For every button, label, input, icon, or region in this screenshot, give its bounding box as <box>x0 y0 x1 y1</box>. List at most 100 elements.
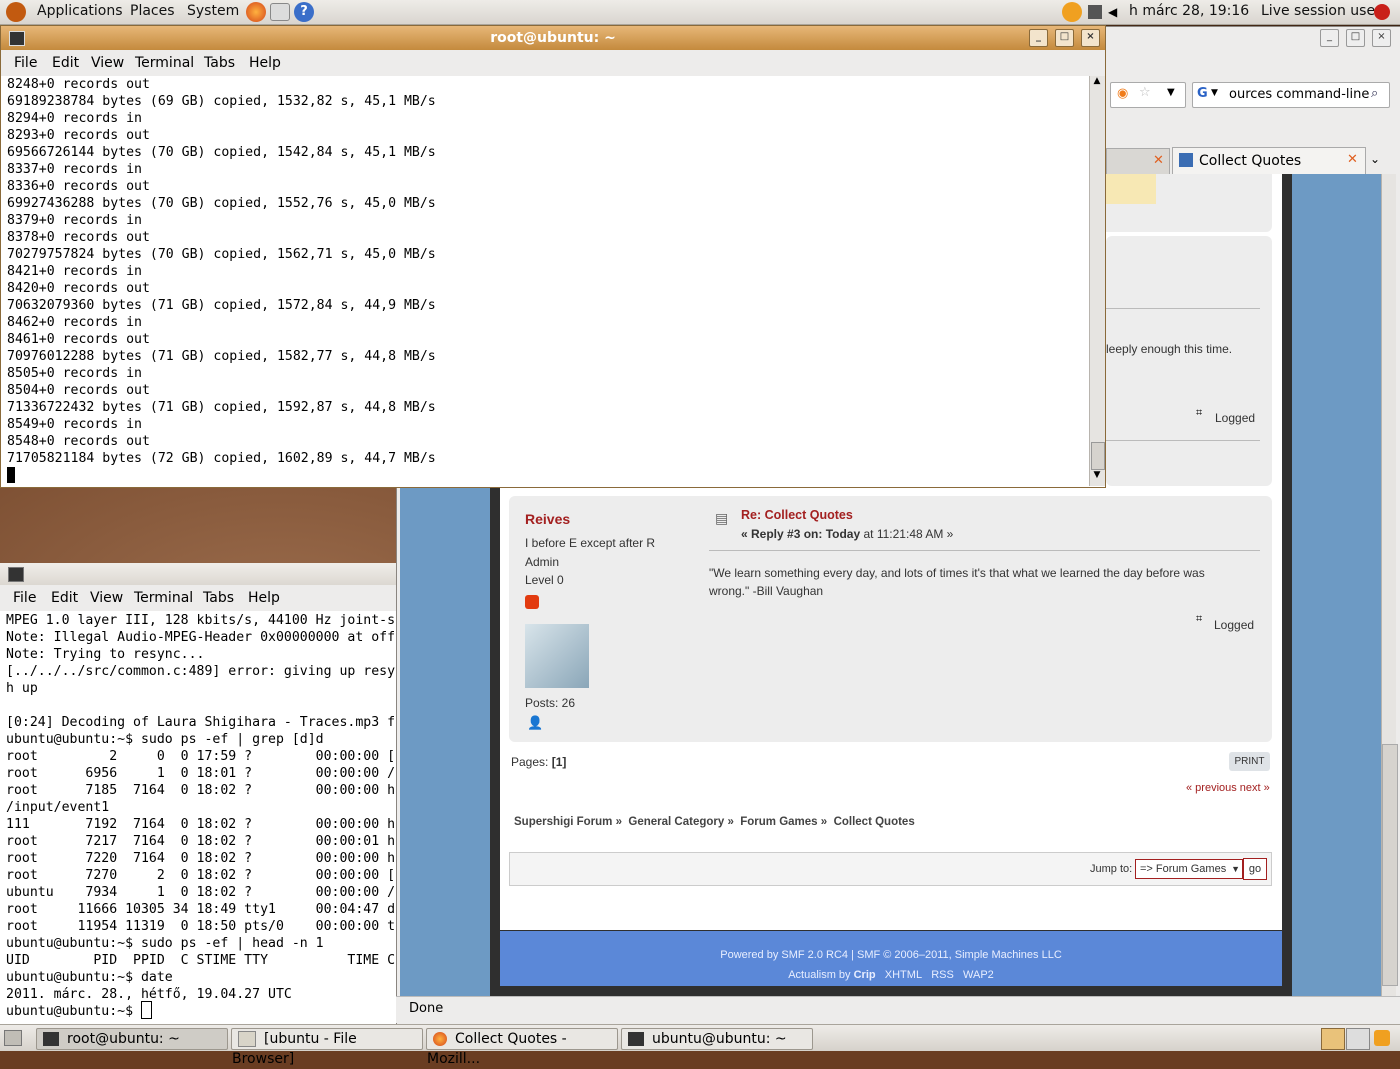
task-firefox[interactable]: Collect Quotes - Mozill... <box>426 1028 618 1067</box>
breadcrumb-topic[interactable]: Collect Quotes <box>834 816 915 828</box>
trash-icon[interactable] <box>1374 1030 1390 1046</box>
tab-close-icon[interactable]: ✕ <box>1347 152 1358 167</box>
member-text: I before E except after R <box>525 536 656 550</box>
footer-actualism: Actualism by <box>788 969 851 981</box>
print-button[interactable]: PRINT <box>1229 752 1270 771</box>
jump-to-select[interactable]: => Forum Games ▼ <box>1135 859 1243 879</box>
post-icon: ▤ <box>715 511 729 527</box>
member-level: Level 0 <box>525 573 564 587</box>
workspace-2[interactable] <box>1346 1028 1370 1050</box>
menu-file[interactable]: File <box>13 590 36 606</box>
volume-icon[interactable]: ◀ <box>1108 5 1122 19</box>
terminal-2-menubar: File Edit View Terminal Tabs Help <box>0 585 396 611</box>
go-button[interactable]: go <box>1243 858 1267 880</box>
browser-scrollbar-thumb[interactable] <box>1382 744 1398 986</box>
scroll-up-icon[interactable]: ▲ <box>1091 76 1103 90</box>
breadcrumb-board[interactable]: Forum Games » <box>740 816 827 828</box>
terminal-maximize-button[interactable]: □ <box>1055 29 1074 47</box>
task-root-terminal[interactable]: root@ubuntu: ~ <box>36 1028 228 1050</box>
terminal-2-output[interactable]: MPEG 1.0 layer III, 128 kbits/s, 44100 H… <box>6 612 396 1022</box>
menu-help[interactable]: Help <box>248 590 280 606</box>
footer-wap2[interactable]: WAP2 <box>963 969 994 981</box>
menu-help[interactable]: Help <box>249 55 281 71</box>
task-label: root@ubuntu: ~ <box>67 1031 180 1047</box>
urlbar-end[interactable]: ◉ ☆ ▼ <box>1110 82 1186 108</box>
tab-title: Collect Quotes <box>1199 153 1302 169</box>
member-star-icon <box>525 595 539 609</box>
footer-crip[interactable]: Crip <box>854 969 876 981</box>
breadcrumb-forum[interactable]: Supershigi Forum » <box>514 816 622 828</box>
task-file-browser[interactable]: [ubuntu - File Browser] <box>231 1028 423 1067</box>
applications-menu[interactable]: Applications <box>37 3 123 19</box>
breadcrumb-category[interactable]: General Category » <box>628 816 733 828</box>
menu-tabs[interactable]: Tabs <box>203 590 234 606</box>
post-body-partial: leeply enough this time. <box>1106 342 1233 356</box>
profile-icon[interactable]: 👤 <box>527 716 543 731</box>
menu-terminal[interactable]: Terminal <box>134 590 193 606</box>
member-posts: Posts: 26 <box>525 696 576 710</box>
update-notifier-icon[interactable] <box>1062 2 1082 22</box>
network-icon[interactable] <box>1088 5 1102 19</box>
firefox-icon <box>433 1032 447 1046</box>
terminal-scrollbar-thumb[interactable] <box>1091 442 1105 470</box>
footer-rss[interactable]: RSS <box>931 969 954 981</box>
pages-label: Pages: <box>511 755 552 769</box>
places-menu[interactable]: Places <box>130 3 175 19</box>
tab-other[interactable]: ✕ <box>1106 148 1170 176</box>
clock[interactable]: h márc 28, 19:16 <box>1129 3 1249 19</box>
urlbar-dropdown-icon[interactable]: ▼ <box>1167 87 1175 98</box>
browser-maximize-button[interactable]: □ <box>1346 29 1365 47</box>
menu-file[interactable]: File <box>14 55 37 71</box>
post-body: "We learn something every day, and lots … <box>709 566 1205 598</box>
search-input[interactable]: ources command-line <box>1229 87 1369 102</box>
rss-icon[interactable]: ◉ <box>1117 86 1128 101</box>
browser-close-button[interactable]: × <box>1372 29 1391 47</box>
task-ubuntu-terminal[interactable]: ubuntu@ubuntu: ~ <box>621 1028 813 1050</box>
search-box[interactable]: G ▼ ources command-line ⌕ <box>1192 82 1390 108</box>
system-menu[interactable]: System <box>187 3 239 19</box>
search-engine-dropdown-icon[interactable]: ▼ <box>1211 88 1218 98</box>
browser-minimize-button[interactable]: _ <box>1320 29 1339 47</box>
forum-favicon-icon <box>1179 153 1193 167</box>
post-divider <box>1106 308 1260 309</box>
session-user[interactable]: Live session user <box>1261 3 1381 19</box>
task-label: ubuntu@ubuntu: ~ <box>652 1031 787 1047</box>
tab-list-icon[interactable]: ⌄ <box>1370 152 1380 166</box>
show-desktop-icon[interactable] <box>4 1030 22 1046</box>
firefox-icon[interactable] <box>246 2 266 22</box>
terminal-close-button[interactable]: × <box>1081 29 1100 47</box>
terminal-minimize-button[interactable]: _ <box>1029 29 1048 47</box>
help-icon[interactable]: ? <box>294 2 314 22</box>
reply-today: Today <box>825 527 861 541</box>
menu-tabs[interactable]: Tabs <box>204 55 235 71</box>
terminal-scrollbar[interactable]: ▲ ▼ <box>1089 76 1105 486</box>
reply-prefix: « Reply #3 on: <box>741 527 823 541</box>
post-subject[interactable]: Re: Collect Quotes <box>741 508 853 522</box>
terminal-titlebar[interactable]: root@ubuntu: ~ _ □ × <box>1 26 1105 50</box>
current-page[interactable]: [1] <box>552 755 567 769</box>
bookmark-star-icon[interactable]: ☆ <box>1139 85 1151 100</box>
menu-view[interactable]: View <box>90 590 123 606</box>
footer-powered-by[interactable]: Powered by SMF 2.0 RC4 | SMF © 2006–2011… <box>500 949 1282 961</box>
prev-next-links[interactable]: « previous next » <box>1186 782 1270 794</box>
power-icon[interactable] <box>1374 4 1390 20</box>
menu-terminal[interactable]: Terminal <box>135 55 194 71</box>
tab-close-icon[interactable]: ✕ <box>1153 153 1164 168</box>
ubuntu-logo-icon[interactable] <box>6 2 26 22</box>
menu-edit[interactable]: Edit <box>51 590 78 606</box>
menu-edit[interactable]: Edit <box>52 55 79 71</box>
search-icon[interactable]: ⌕ <box>1371 86 1378 101</box>
google-icon[interactable]: G <box>1197 86 1208 101</box>
tab-collect-quotes[interactable]: Collect Quotes ✕ <box>1172 147 1366 175</box>
browser-scrollbar[interactable] <box>1381 174 1398 996</box>
mail-icon[interactable] <box>270 3 290 21</box>
terminal-2-titlebar[interactable] <box>0 563 396 585</box>
workspace-1[interactable] <box>1321 1028 1345 1050</box>
terminal-output[interactable]: 8248+0 records out 69189238784 bytes (69… <box>7 76 1083 468</box>
menu-view[interactable]: View <box>91 55 124 71</box>
footer-xhtml[interactable]: XHTML <box>885 969 922 981</box>
avatar <box>525 624 589 688</box>
terminal-2-cursor <box>141 1001 152 1019</box>
post-author[interactable]: Reives <box>525 511 570 527</box>
scroll-down-icon[interactable]: ▼ <box>1091 470 1103 484</box>
